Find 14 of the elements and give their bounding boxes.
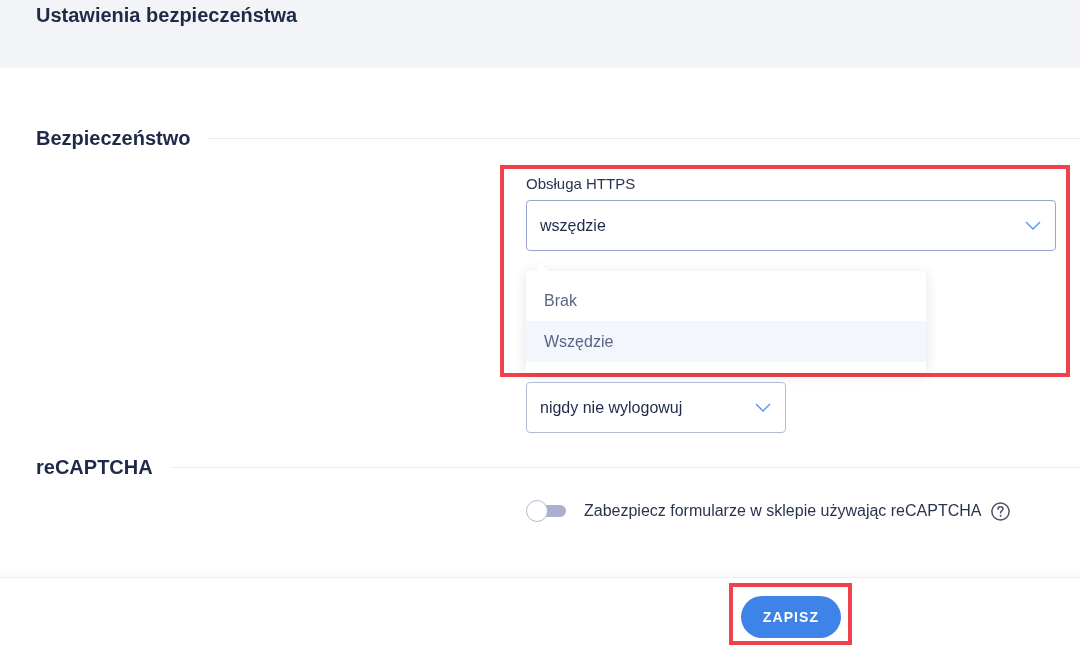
toggle-label: Zabezpiecz formularze w sklepie używając reCAPTCHA (584, 501, 982, 521)
toggle-switch[interactable] (526, 500, 566, 522)
page-title: Ustawienia bezpieczeństwa (36, 4, 298, 26)
select-field[interactable]: wszędzie (526, 200, 1056, 251)
section-title: reCAPTCHA (36, 455, 153, 480)
field-label: Obsługa HTTPS (526, 174, 636, 194)
dropdown-option[interactable]: Brak (526, 280, 926, 321)
section-title: Bezpieczeństwo (36, 126, 191, 151)
save-button[interactable]: ZAPISZ (741, 596, 841, 638)
select-field[interactable]: nigdy nie wylogowuj (526, 382, 786, 433)
chevron-down-icon (1025, 221, 1041, 230)
help-icon[interactable] (991, 501, 1011, 521)
dropdown-option[interactable]: Wszędzie (526, 321, 926, 362)
chevron-down-icon (755, 403, 771, 412)
